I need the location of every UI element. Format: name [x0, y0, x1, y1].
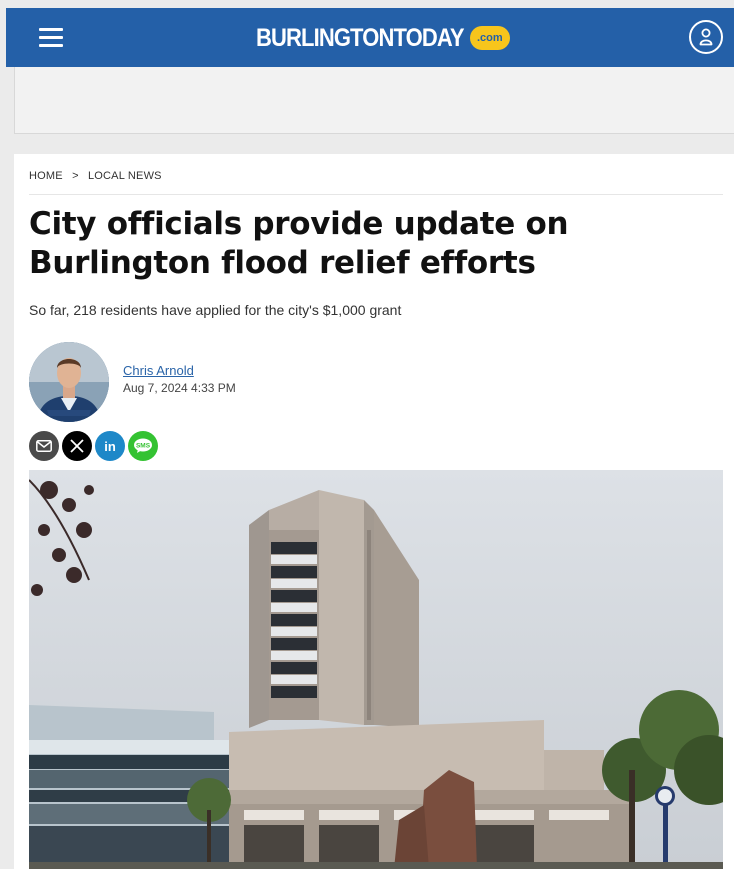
- ad-placeholder: [14, 67, 734, 134]
- share-buttons: in SMS: [29, 431, 158, 461]
- breadcrumb-section-link[interactable]: LOCAL NEWS: [88, 170, 162, 182]
- hero-image[interactable]: [29, 470, 723, 869]
- site-logo[interactable]: BURLINGTONTODAY .com: [256, 20, 510, 56]
- breadcrumb-separator: >: [72, 170, 79, 182]
- user-icon: [699, 28, 713, 46]
- publish-date: Aug 7, 2024 4:33 PM: [123, 381, 236, 395]
- account-button[interactable]: [689, 20, 723, 54]
- article-card: HOME > LOCAL NEWS City officials provide…: [14, 154, 734, 869]
- article-headline: City officials provide update on Burling…: [29, 206, 569, 281]
- logo-text: BURLINGTONTODAY: [256, 23, 465, 52]
- logo-badge: .com: [469, 26, 510, 50]
- breadcrumb-home-link[interactable]: HOME: [29, 170, 63, 182]
- city-hall-photo: [29, 470, 723, 869]
- site-header: BURLINGTONTODAY .com: [6, 8, 734, 67]
- divider: [29, 194, 723, 195]
- email-share-icon[interactable]: [29, 431, 59, 461]
- sms-share-icon[interactable]: SMS: [128, 431, 158, 461]
- breadcrumb: HOME > LOCAL NEWS: [29, 170, 162, 182]
- author-photo: [29, 342, 109, 422]
- linkedin-label: in: [104, 438, 116, 454]
- page: BURLINGTONTODAY .com HOME > LOCAL NEWS C…: [0, 0, 734, 869]
- article-subheadline: So far, 218 residents have applied for t…: [29, 302, 402, 318]
- linkedin-share-icon[interactable]: in: [95, 431, 125, 461]
- author-name-link[interactable]: Chris Arnold: [123, 363, 194, 378]
- x-share-icon[interactable]: [62, 431, 92, 461]
- author-avatar[interactable]: [29, 342, 109, 422]
- sms-label: SMS: [136, 443, 151, 450]
- menu-icon[interactable]: [39, 28, 63, 48]
